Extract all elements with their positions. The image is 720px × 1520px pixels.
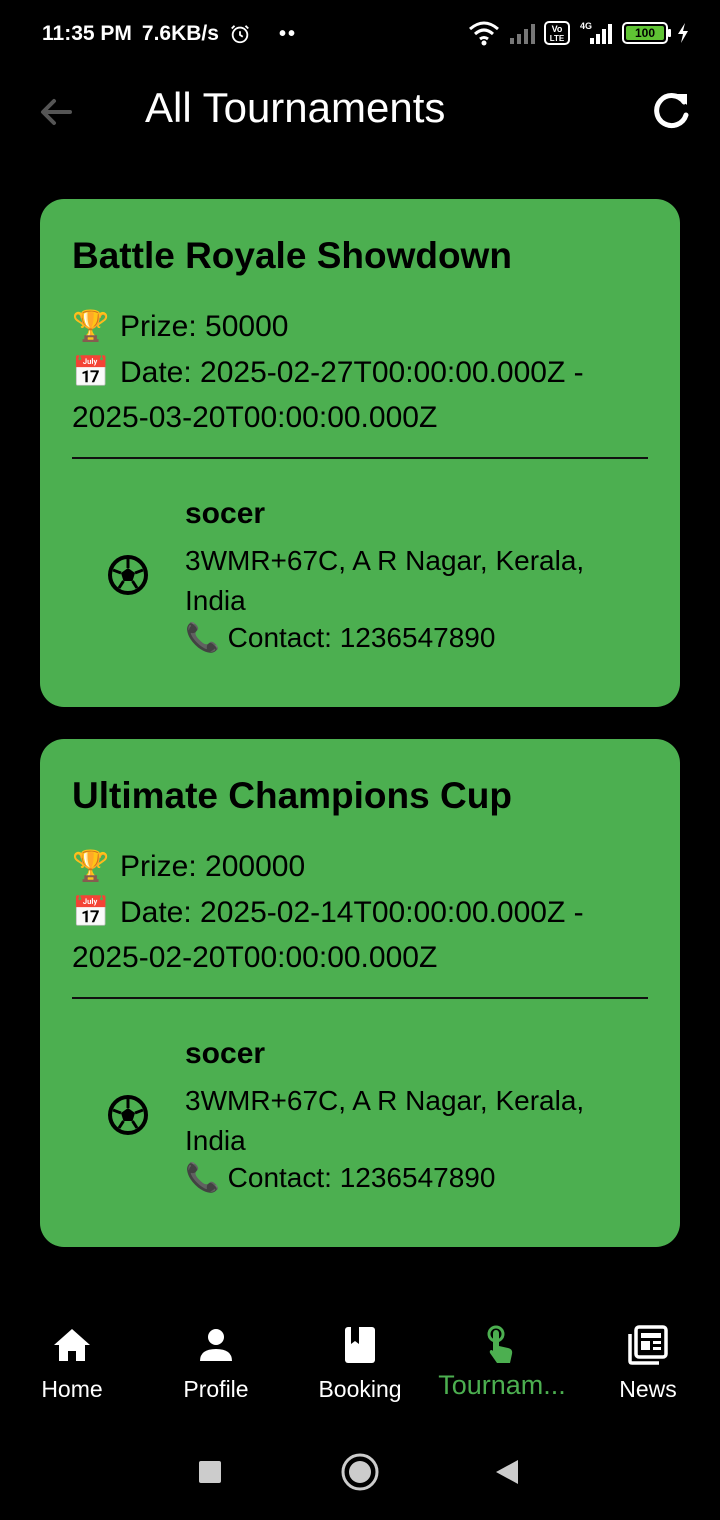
- app-bar: All Tournaments: [0, 70, 720, 150]
- touch-icon: [487, 1325, 513, 1363]
- soccer-ball-icon: [108, 1095, 148, 1135]
- book-icon: [345, 1327, 375, 1363]
- calendar-icon: 📅: [72, 356, 110, 389]
- venue-contact: 📞 Contact: 1236547890: [185, 1161, 495, 1194]
- date-text-end: 2025-03-20T00:00:00.000Z: [72, 401, 438, 434]
- status-speed: 7.6KB/s: [141, 22, 219, 45]
- date-text-end: 2025-02-20T00:00:00.000Z: [72, 941, 438, 974]
- tournament-name: Ultimate Champions Cup: [72, 775, 512, 816]
- volte-icon: Vo LTE: [544, 21, 570, 45]
- battery-icon: 100: [622, 22, 671, 44]
- tournament-card[interactable]: Battle Royale Showdown 🏆 Prize: 50000 📅 Da…: [40, 199, 680, 707]
- status-right: Vo LTE 4G 100: [468, 20, 690, 46]
- nav-label-tournaments: Tournam...: [438, 1370, 566, 1400]
- status-bar: 11:35 PM 7.6KB/s •• Vo LTE 4G 100: [0, 0, 720, 70]
- home-icon: [54, 1329, 90, 1361]
- news-icon: [628, 1325, 668, 1365]
- contact-text: Contact: 1236547890: [227, 1162, 496, 1193]
- tournament-name: Battle Royale Showdown: [72, 235, 512, 276]
- signal-icon-2: 4G: [580, 21, 612, 44]
- home-button[interactable]: [340, 1452, 380, 1492]
- person-icon: [200, 1329, 232, 1361]
- charging-icon: [678, 23, 688, 43]
- trophy-icon: 🏆: [72, 850, 110, 883]
- phone-icon: 📞: [185, 622, 220, 653]
- back-arrow-icon[interactable]: [34, 90, 78, 134]
- network-type-label: 4G: [580, 21, 592, 31]
- prize-text: Prize: 50000: [120, 310, 289, 343]
- venue-name: socer: [185, 1037, 266, 1070]
- refresh-icon[interactable]: [648, 88, 694, 134]
- battery-level: 100: [626, 26, 664, 40]
- tournament-prize: 🏆 Prize: 200000: [72, 849, 305, 884]
- soccer-ball-icon: [108, 555, 148, 595]
- tournament-card[interactable]: Ultimate Champions Cup 🏆 Prize: 200000 📅 D…: [40, 739, 680, 1247]
- phone-icon: 📞: [185, 1162, 220, 1193]
- venue-contact: 📞 Contact: 1236547890: [185, 621, 495, 654]
- date-text-start: Date: 2025-02-14T00:00:00.000Z -: [120, 896, 584, 929]
- venue-name: socer: [185, 497, 266, 530]
- svg-text:LTE: LTE: [550, 34, 565, 43]
- calendar-icon: 📅: [72, 896, 110, 929]
- page-title: All Tournaments: [145, 84, 446, 131]
- nav-item-tournaments[interactable]: Tournam...: [432, 1310, 572, 1401]
- nav-label-home: Home: [41, 1376, 103, 1402]
- nav-item-profile[interactable]: Profile: [144, 1310, 288, 1403]
- nav-label-profile: Profile: [183, 1376, 249, 1402]
- status-left: 11:35 PM 7.6KB/s ••: [42, 22, 297, 46]
- contact-text: Contact: 1236547890: [227, 622, 496, 653]
- nav-item-booking[interactable]: Booking: [288, 1310, 432, 1403]
- nav-item-news[interactable]: News: [576, 1310, 720, 1403]
- wifi-icon: [469, 21, 499, 46]
- tournament-date: 📅 Date: 2025-02-27T00:00:00.000Z -: [72, 355, 584, 390]
- notification-dots: ••: [278, 22, 297, 45]
- back-button[interactable]: [494, 1458, 520, 1486]
- venue-address: 3WMR+67C, A R Nagar, Kerala, India: [185, 545, 585, 616]
- bottom-nav: Home Profile Booking Tournam... News: [0, 1310, 720, 1420]
- tournament-prize: 🏆 Prize: 50000: [72, 309, 288, 344]
- svg-text:Vo: Vo: [552, 24, 563, 34]
- venue-address: 3WMR+67C, A R Nagar, Kerala, India: [185, 1085, 585, 1156]
- date-text-start: Date: 2025-02-27T00:00:00.000Z -: [120, 356, 584, 389]
- nav-label-booking: Booking: [318, 1376, 402, 1402]
- recents-button[interactable]: [198, 1460, 222, 1484]
- nav-item-home[interactable]: Home: [0, 1310, 144, 1403]
- signal-icon-1: [510, 24, 535, 44]
- status-time: 11:35 PM: [42, 22, 132, 45]
- alarm-icon: [231, 25, 249, 44]
- divider: [72, 457, 648, 459]
- system-nav-bar: [0, 1430, 720, 1520]
- prize-text: Prize: 200000: [120, 850, 306, 883]
- nav-label-news: News: [619, 1376, 677, 1402]
- trophy-icon: 🏆: [72, 310, 110, 343]
- tournament-date: 📅 Date: 2025-02-14T00:00:00.000Z -: [72, 895, 584, 930]
- divider: [72, 997, 648, 999]
